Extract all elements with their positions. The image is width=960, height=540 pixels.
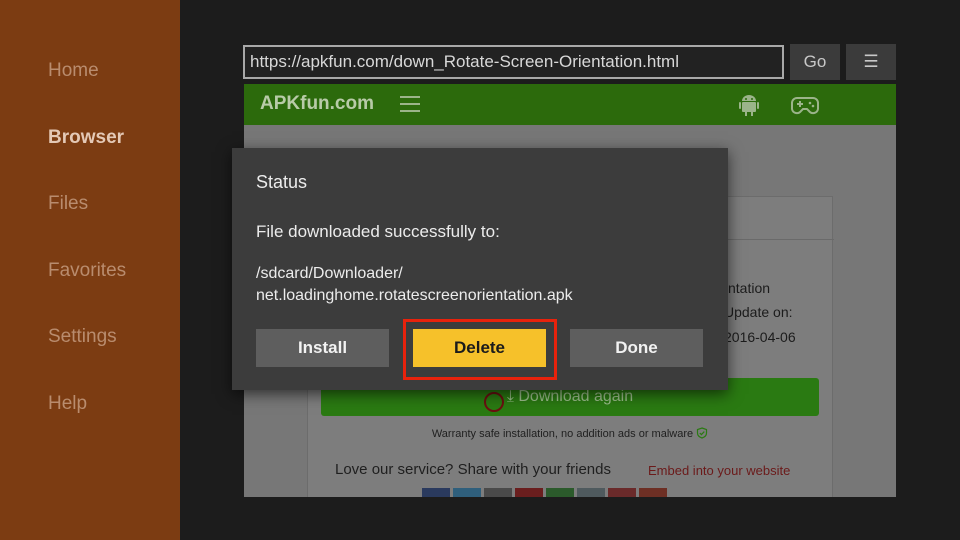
go-button[interactable]: Go [790,44,840,80]
download-path-dir: /sdcard/Downloader/ [256,265,403,282]
dialog-message: File downloaded successfully to: [256,222,500,241]
screen: Home Browser Files Favorites Settings He… [0,0,960,540]
sidebar-item-home[interactable]: Home [48,60,99,82]
cursor-icon [484,392,504,412]
warranty-text: Warranty safe installation, no addition … [244,427,896,440]
sidebar-item-browser[interactable]: Browser [48,127,124,149]
sidebar-item-favorites[interactable]: Favorites [48,260,126,282]
share-text: Love our service? Share with your friend… [335,461,611,478]
gmail-icon[interactable] [608,488,636,497]
social-share-row [422,488,670,497]
sidebar-item-help[interactable]: Help [48,393,87,415]
facebook-icon[interactable] [422,488,450,497]
done-button[interactable]: Done [570,329,703,367]
sidebar: Home Browser Files Favorites Settings He… [0,0,180,540]
site-menu-icon[interactable] [400,96,420,112]
warranty-label: Warranty safe installation, no addition … [431,428,694,440]
reddit-icon[interactable] [639,488,667,497]
sidebar-item-files[interactable]: Files [48,193,88,215]
download-path-file: net.loadinghome.rotatescreenorientation.… [256,287,573,304]
url-input[interactable]: https://apkfun.com/down_Rotate-Screen-Or… [243,45,784,79]
download-path: /sdcard/Downloader/ net.loadinghome.rota… [256,263,573,307]
browser-menu-button[interactable]: ☰ [846,44,896,80]
android-icon[interactable] [737,93,761,117]
twitter-icon[interactable] [453,488,481,497]
meta-line-3: 2016-04-06 [724,329,796,345]
sidebar-item-settings[interactable]: Settings [48,326,117,348]
meta-line-1: ntation [728,280,771,296]
pinterest-icon[interactable] [515,488,543,497]
share-icon[interactable] [484,488,512,497]
embed-link[interactable]: Embed into your website [648,463,790,478]
shield-check-icon [697,427,708,439]
whatsapp-icon[interactable] [546,488,574,497]
dialog-title: Status [256,172,308,192]
focus-highlight-box [403,319,557,380]
site-logo[interactable]: APKfun.com [260,93,374,115]
meta-line-2: Update on: [724,304,793,320]
gamepad-icon[interactable] [791,94,819,116]
email-icon[interactable] [577,488,605,497]
site-header: APKfun.com [244,84,896,125]
hamburger-menu-icon: ☰ [863,52,879,71]
install-button[interactable]: Install [256,329,389,367]
